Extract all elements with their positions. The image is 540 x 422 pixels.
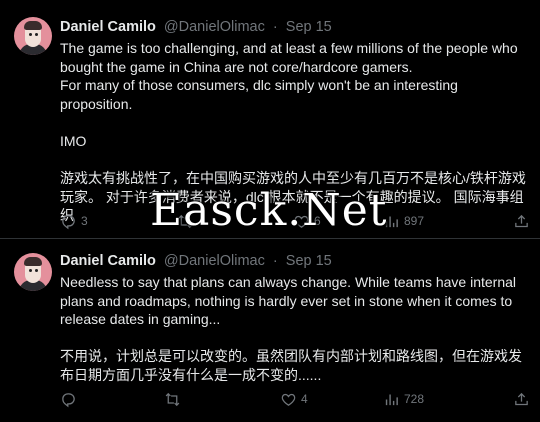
reply-icon [62, 392, 75, 407]
view-count: 728 [404, 392, 425, 406]
views-button[interactable]: 728 [383, 390, 424, 408]
avatar[interactable] [14, 253, 52, 291]
reply-count: 3 [81, 214, 88, 228]
tweet-paragraph: IMO [60, 132, 87, 149]
share-button[interactable] [513, 390, 530, 408]
repost-button[interactable] [164, 390, 185, 408]
tweet-header: Daniel Camilo @DanielOlimac · Sep 15 [60, 252, 332, 270]
separator-dot: · [272, 19, 278, 35]
tweet-date[interactable]: Sep 15 [286, 253, 332, 269]
views-icon [385, 394, 398, 405]
view-count: 897 [404, 214, 425, 228]
tweet[interactable]: Daniel Camilo @DanielOlimac · Sep 15 Nee… [0, 240, 540, 422]
like-icon [281, 393, 296, 406]
tweet-text: Needless to say that plans can always ch… [60, 273, 530, 385]
avatar[interactable] [14, 17, 52, 55]
tweet-paragraph: For many of those consumers, dlc simply … [60, 77, 458, 112]
tweet-paragraph: Needless to say that plans can always ch… [60, 274, 517, 328]
tweet-paragraph: The game is too challenging, and at leas… [60, 40, 518, 75]
share-button[interactable] [513, 212, 530, 230]
tweet-header: Daniel Camilo @DanielOlimac · Sep 15 [60, 18, 332, 36]
reply-icon [62, 214, 75, 229]
reply-button[interactable]: 3 [60, 212, 88, 230]
views-button[interactable]: 897 [383, 212, 424, 230]
repost-icon [165, 392, 180, 406]
author-name[interactable]: Daniel Camilo [60, 19, 156, 35]
watermark: Easck.Net [150, 185, 388, 236]
author-name[interactable]: Daniel Camilo [60, 253, 156, 269]
like-count: 4 [301, 392, 308, 406]
reply-button[interactable] [60, 390, 81, 408]
author-handle[interactable]: @DanielOlimac [164, 19, 265, 35]
like-button[interactable]: 4 [280, 390, 308, 408]
tweet-paragraph: 不用说，计划总是可以改变的。虽然团队有内部计划和路线图，但在游戏发布日期方面几乎… [60, 348, 522, 383]
share-icon [515, 214, 528, 227]
tweet-date[interactable]: Sep 15 [286, 19, 332, 35]
separator-dot: · [272, 253, 278, 269]
share-icon [515, 392, 528, 405]
tweet-actions: 4 728 [60, 390, 530, 408]
author-handle[interactable]: @DanielOlimac [164, 253, 265, 269]
